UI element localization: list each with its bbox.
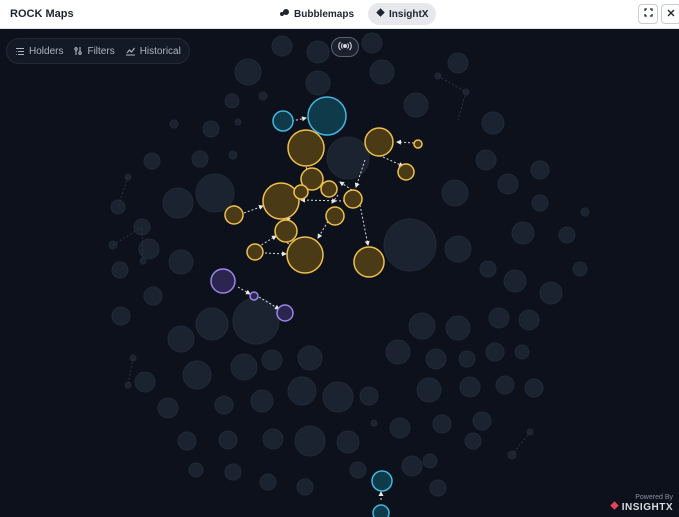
holder-bubble[interactable] [307,96,347,136]
filters-sliders-icon [73,46,83,56]
holder-bubble[interactable] [274,219,298,243]
holders-button[interactable]: Holders [15,46,63,57]
map-toolbar: Holders Filters Historical [6,38,190,64]
holder-bubble[interactable] [262,182,300,220]
holder-bubble[interactable] [371,470,393,492]
holder-bubble[interactable] [246,243,264,261]
holder-bubble[interactable] [210,268,236,294]
holder-bubble[interactable] [249,291,259,301]
holder-bubble[interactable] [397,163,415,181]
broadcast-icon [337,41,353,53]
bubble-map[interactable] [0,0,679,517]
holder-bubble[interactable] [325,206,345,226]
holder-bubble[interactable] [272,110,294,132]
brand-label: INSIGHTX [610,501,673,513]
holder-bubble[interactable] [413,139,423,149]
live-toggle-button[interactable] [331,37,359,57]
inactive-bubbles [108,32,590,497]
holder-bubble[interactable] [286,236,324,274]
holder-bubble[interactable] [276,304,294,322]
historical-label: Historical [139,45,181,57]
holder-bubble[interactable] [320,180,338,198]
holder-bubble[interactable] [343,189,363,209]
holder-bubble[interactable] [364,127,394,157]
filters-label: Filters [87,45,115,57]
historical-button[interactable]: Historical [125,46,181,57]
holder-bubble[interactable] [353,246,385,278]
filters-button[interactable]: Filters [73,45,115,57]
holders-list-icon [15,47,25,56]
holder-bubble[interactable] [293,184,309,200]
powered-by-badge: Powered By INSIGHTX [610,494,673,513]
insightx-brand-icon [610,501,619,513]
holder-bubble[interactable] [224,205,244,225]
powered-by-label: Powered By [635,494,673,501]
holder-bubble[interactable] [287,129,325,167]
brand-name: INSIGHTX [621,501,673,513]
holders-label: Holders [29,45,64,57]
historical-chart-icon [125,46,136,56]
holder-bubble[interactable] [372,504,390,517]
